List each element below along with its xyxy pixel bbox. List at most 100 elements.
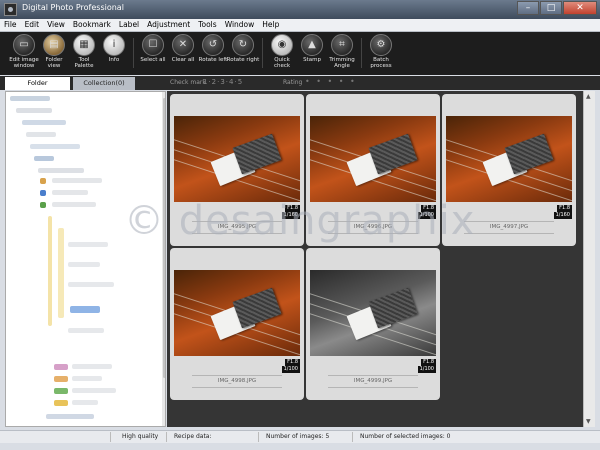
status-selected-count: Number of selected images: 0 — [360, 433, 451, 440]
menu-bookmark[interactable]: Bookmark — [69, 19, 115, 31]
checkmark-filter[interactable]: 1·2·3·4·5 — [203, 78, 243, 86]
shutter-badge: 1/100 — [281, 366, 300, 373]
select-all-button[interactable]: ☐ Select all — [136, 34, 170, 63]
edit-image-window-button[interactable]: ▭ Edit image window — [7, 34, 41, 69]
menu-help[interactable]: Help — [258, 19, 283, 31]
title-bar: Digital Photo Professional – □ ✕ — [0, 0, 600, 19]
tree-row[interactable] — [10, 96, 50, 101]
status-quality: High quality — [122, 433, 159, 440]
trimming-angle-button[interactable]: ⌗ Trimming Angle — [325, 34, 359, 69]
tree-row[interactable] — [72, 388, 116, 393]
shutter-badge: 1/100 — [417, 366, 436, 373]
business-card-dark — [504, 133, 554, 175]
divider — [464, 233, 554, 234]
tree-row[interactable] — [52, 178, 102, 183]
divider — [328, 387, 418, 388]
tree-row[interactable] — [72, 376, 102, 381]
folder-view-icon: ▤ — [43, 34, 65, 56]
tree-row[interactable] — [22, 120, 66, 125]
divider — [192, 375, 282, 376]
folder-icon — [40, 190, 46, 196]
rating-filter-label: Rating — [283, 79, 303, 86]
app-icon — [4, 3, 17, 16]
clear-all-button[interactable]: ✕ Clear all — [166, 34, 200, 63]
status-image-count: Number of images: 5 — [266, 433, 330, 440]
toolbar: ▭ Edit image window ▤ Folder view ▦ Tool… — [0, 32, 600, 75]
tab-folder[interactable]: Folder — [5, 77, 70, 90]
tree-row[interactable] — [72, 364, 112, 369]
business-card-dark — [232, 287, 282, 329]
select-all-icon: ☐ — [142, 34, 164, 56]
toolbar-divider — [361, 38, 362, 68]
thumbnail-image — [310, 116, 436, 202]
toolbar-divider — [133, 38, 134, 68]
grid-scrollbar[interactable]: ▲ ▼ — [583, 91, 595, 427]
tool-label: Tool Palette — [74, 57, 94, 69]
tool-label: Trimming Angle — [329, 57, 355, 69]
status-divider — [166, 432, 167, 442]
tree-row[interactable] — [52, 202, 96, 207]
business-card-dark — [368, 287, 418, 329]
quick-check-button[interactable]: ◉ Quick check — [265, 34, 299, 69]
thumbnail-image — [310, 270, 436, 356]
aperture-badge: F1.8 — [557, 205, 572, 212]
stamp-button[interactable]: ▲ Stamp — [295, 34, 329, 63]
minimize-button[interactable]: – — [517, 1, 539, 15]
watermark: © desaingraphix — [124, 198, 476, 244]
tree-row[interactable] — [68, 328, 104, 333]
tool-label: Rotate left — [198, 57, 228, 63]
window-controls: – □ ✕ — [517, 1, 597, 15]
status-recipe: Recipe data: — [174, 433, 212, 440]
tree-row[interactable] — [34, 156, 54, 161]
scroll-down-icon[interactable]: ▼ — [586, 418, 591, 425]
folder-tree[interactable] — [5, 91, 166, 427]
menu-label[interactable]: Label — [115, 19, 143, 31]
menu-file[interactable]: File — [0, 19, 21, 31]
aperture-badge: F1.8 — [285, 359, 300, 366]
tool-label: Info — [108, 57, 120, 63]
tree-row[interactable] — [16, 108, 52, 113]
close-button[interactable]: ✕ — [563, 1, 597, 15]
thumbnail-card[interactable]: F1.8 1/100 IMG_4998.JPG — [170, 248, 304, 400]
rotate-right-icon: ↻ — [232, 34, 254, 56]
info-button[interactable]: i Info — [97, 34, 131, 63]
tree-row[interactable] — [38, 168, 84, 173]
tool-label: Rotate right — [226, 57, 260, 63]
status-divider — [110, 432, 111, 442]
scroll-up-icon[interactable]: ▲ — [586, 93, 591, 100]
tree-row[interactable] — [68, 242, 108, 247]
file-name: IMG_4998.JPG — [217, 378, 257, 384]
rotate-left-button[interactable]: ↺ Rotate left — [196, 34, 230, 63]
menu-tools[interactable]: Tools — [194, 19, 220, 31]
tree-row-selected[interactable] — [70, 306, 100, 313]
maximize-button[interactable]: □ — [540, 1, 562, 15]
folder-icon — [54, 388, 68, 394]
rating-filter[interactable]: • • • • • — [305, 77, 357, 86]
tool-label: Stamp — [303, 57, 321, 63]
batch-process-button[interactable]: ⚙ Batch process — [364, 34, 398, 69]
tree-row[interactable] — [30, 144, 80, 149]
rotate-right-button[interactable]: ↻ Rotate right — [226, 34, 260, 63]
tree-row[interactable] — [68, 262, 100, 267]
menu-view[interactable]: View — [43, 19, 69, 31]
menu-adjustment[interactable]: Adjustment — [143, 19, 194, 31]
shutter-badge: 1/160 — [553, 212, 572, 219]
business-card-dark — [232, 133, 282, 175]
menu-window[interactable]: Window — [221, 19, 259, 31]
tree-row[interactable] — [46, 414, 94, 419]
tree-row[interactable] — [52, 190, 88, 195]
info-icon: i — [103, 34, 125, 56]
thumbnail-card[interactable]: F1.8 1/100 IMG_4999.JPG — [306, 248, 440, 400]
menu-edit[interactable]: Edit — [21, 19, 44, 31]
edit-image-icon: ▭ — [13, 34, 35, 56]
folder-view-button[interactable]: ▤ Folder view — [37, 34, 71, 69]
tree-row[interactable] — [26, 132, 56, 137]
business-card-dark — [368, 133, 418, 175]
stamp-icon: ▲ — [301, 34, 323, 56]
folder-icon — [54, 400, 68, 406]
tab-collection[interactable]: Collection(0) — [73, 77, 135, 90]
tree-row[interactable] — [68, 282, 114, 287]
tool-palette-button[interactable]: ▦ Tool Palette — [67, 34, 101, 69]
tree-row[interactable] — [72, 400, 98, 405]
divider — [192, 387, 282, 388]
